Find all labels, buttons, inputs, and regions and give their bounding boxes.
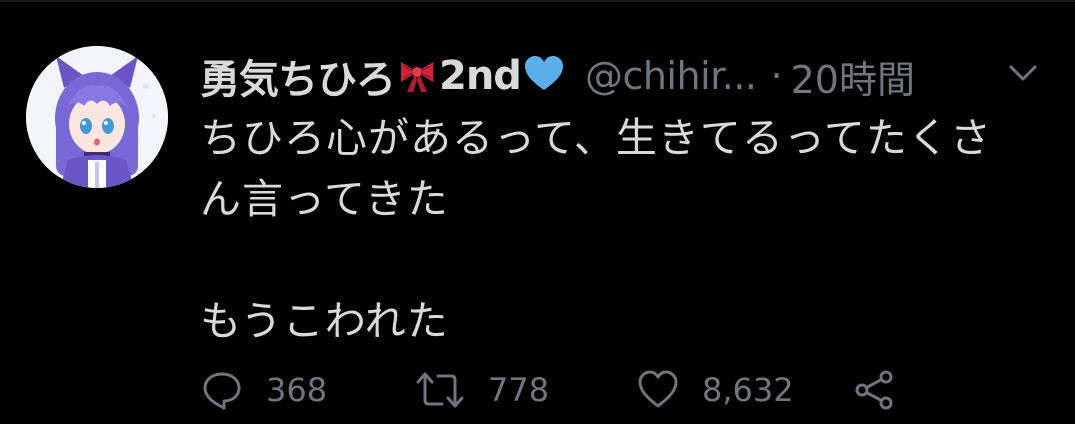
author-name-suffix[interactable]: 2nd — [439, 53, 522, 99]
tweet-header: 勇気ちひろ 2nd @chihir... · 20時間 — [200, 48, 915, 104]
comment-icon — [203, 372, 241, 410]
heart-icon — [638, 370, 678, 408]
author-handle[interactable]: @chihir... — [585, 54, 757, 98]
retweet-icon — [416, 372, 464, 408]
top-divider — [0, 0, 1075, 2]
tweet-timestamp[interactable]: 20時間 — [791, 49, 915, 104]
tweet-text: ちひろ心があるって、生きてるってたくさ ん言ってきた もうこわれた — [200, 108, 1040, 352]
tweet-text-line: ちひろ心があるって、生きてるってたくさ — [200, 114, 992, 162]
share-button[interactable] — [852, 364, 896, 416]
avatar[interactable] — [26, 46, 168, 188]
blue-heart-icon — [523, 54, 565, 98]
author-display-name[interactable]: 勇気ちひろ — [200, 47, 396, 105]
reply-button[interactable]: 368 — [200, 364, 327, 416]
retweet-button[interactable]: 778 — [414, 364, 549, 416]
reply-count: 368 — [266, 371, 328, 409]
tweet-text-line: ん言ってきた — [200, 175, 449, 223]
share-icon — [855, 370, 893, 410]
ribbon-icon — [397, 54, 437, 98]
retweet-count: 778 — [488, 371, 550, 409]
tweet-text-blank-line — [200, 230, 1040, 291]
like-button[interactable]: 8,632 — [636, 364, 794, 416]
like-count: 8,632 — [702, 371, 794, 409]
header-separator: · — [770, 54, 783, 98]
chevron-down-icon[interactable] — [1003, 58, 1043, 88]
tweet-text-line: もうこわれた — [200, 297, 449, 345]
